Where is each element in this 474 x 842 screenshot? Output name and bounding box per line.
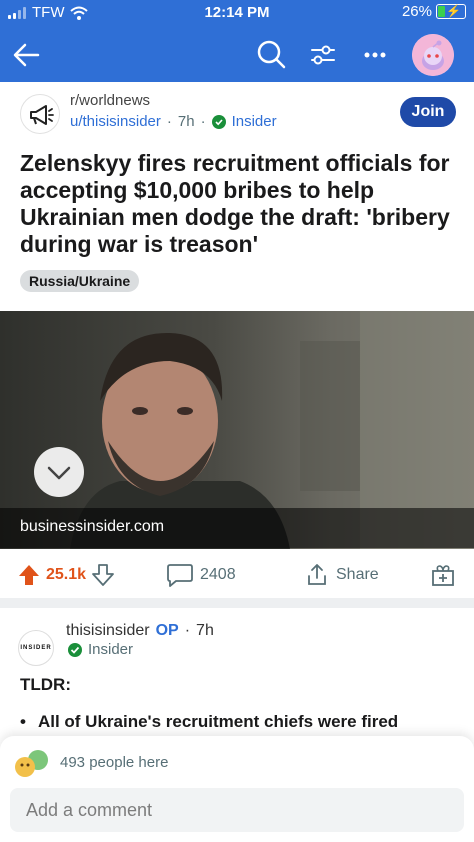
- collapse-toggle[interactable]: [34, 447, 84, 497]
- commenter-flair-row: Insider: [68, 641, 133, 658]
- battery-percent: 26%: [401, 3, 432, 20]
- status-bar: TFW 12:14 PM 26% ⚡: [0, 0, 474, 26]
- meta-separator: ·: [200, 113, 206, 130]
- user-avatar[interactable]: [412, 34, 454, 76]
- post-actions: 25.1k 2408 Share: [0, 555, 474, 595]
- comments-button[interactable]: 2408: [166, 555, 236, 595]
- comment-composer-sheet: 493 people here Add a comment: [0, 736, 474, 842]
- more-options-icon[interactable]: [358, 38, 392, 72]
- commenter-avatar[interactable]: INSIDER: [18, 630, 54, 666]
- comment-bubble-icon: [167, 564, 193, 587]
- bullet-marker: •: [20, 712, 26, 731]
- share-button[interactable]: Share: [304, 555, 379, 595]
- subreddit-icon[interactable]: [20, 94, 60, 134]
- comment-age: 7h: [196, 622, 214, 639]
- post-header: r/worldnews u/thisisinsider · 7h · Insid…: [0, 82, 474, 142]
- comment-bullet: • All of Ukraine's recruitment chiefs we…: [20, 712, 398, 732]
- post-meta: u/thisisinsider · 7h · Insider: [70, 113, 277, 130]
- sort-filter-icon[interactable]: [306, 38, 340, 72]
- snoo-avatar-icon: [412, 34, 454, 76]
- comment-count: 2408: [200, 566, 236, 583]
- join-button[interactable]: Join: [400, 97, 456, 127]
- app-header: TFW 12:14 PM 26% ⚡: [0, 0, 474, 82]
- add-comment-input[interactable]: Add a comment: [10, 788, 464, 832]
- vote-group: 25.1k: [18, 555, 114, 595]
- people-here-count: 493 people here: [60, 754, 169, 771]
- commenter-header: thisisinsider OP · 7h: [66, 622, 214, 640]
- subreddit-name[interactable]: r/worldnews: [70, 92, 150, 109]
- megaphone-icon: [30, 105, 54, 125]
- link-domain: businessinsider.com: [20, 518, 165, 535]
- author-flair: Insider: [231, 113, 277, 130]
- meta-separator: ·: [184, 622, 191, 639]
- chevron-down-icon: [47, 466, 71, 480]
- commenter-name[interactable]: thisisinsider: [66, 622, 150, 640]
- charging-bolt-icon: ⚡: [446, 4, 461, 18]
- gift-award-icon: [432, 565, 454, 586]
- search-icon[interactable]: [254, 38, 288, 72]
- battery-icon: ⚡: [436, 4, 466, 19]
- vote-score: 25.1k: [46, 566, 87, 583]
- post-age: 7h: [177, 113, 195, 130]
- upvote-icon[interactable]: [18, 563, 40, 587]
- downvote-icon[interactable]: [92, 563, 114, 587]
- status-right: 26% ⚡: [402, 3, 466, 20]
- post-title: Zelenskyy fires recruitment officials fo…: [20, 150, 450, 257]
- verified-check-icon: [68, 642, 82, 657]
- battery-fill: [438, 6, 446, 17]
- link-caption-bar[interactable]: businessinsider.com: [0, 508, 474, 548]
- comment-tldr: TLDR:: [20, 675, 71, 694]
- share-icon: [308, 564, 326, 585]
- commenter-flair: Insider: [88, 641, 134, 658]
- section-divider: [0, 598, 474, 608]
- award-button[interactable]: [430, 555, 456, 595]
- back-arrow-icon[interactable]: [10, 38, 44, 72]
- bullet-text: All of Ukraine's recruitment chiefs were…: [37, 712, 399, 731]
- share-label: Share: [336, 566, 379, 583]
- op-badge: OP: [155, 622, 179, 639]
- nav-row: [0, 28, 474, 82]
- people-avatars-icon: [15, 750, 48, 777]
- verified-check-icon: [211, 114, 226, 129]
- meta-separator: ·: [166, 113, 172, 130]
- post-author[interactable]: u/thisisinsider: [70, 113, 161, 130]
- post-flair[interactable]: Russia/Ukraine: [20, 270, 140, 292]
